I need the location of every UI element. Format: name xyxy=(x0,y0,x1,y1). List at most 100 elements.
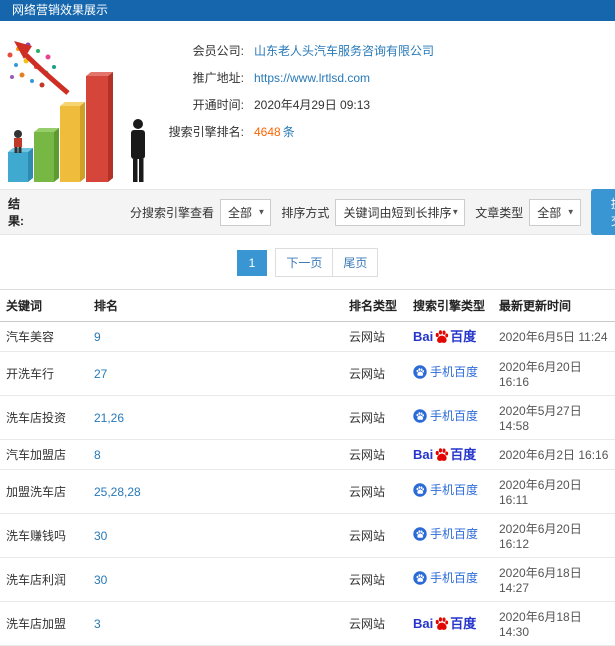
rank-type-cell: 云网站 xyxy=(343,321,407,352)
info-label: 会员公司: xyxy=(192,44,244,58)
scatter-dots-decoration xyxy=(7,42,56,88)
rank-type-cell: 云网站 xyxy=(343,469,407,514)
baidu-logo: Bai 百度 xyxy=(413,616,477,631)
businessman-figure xyxy=(131,119,145,182)
ranking-count-number: 4648 xyxy=(254,125,281,139)
rank-type-cell: 云网站 xyxy=(343,351,407,396)
mobile-baidu-logo: 手机百度 xyxy=(413,571,478,585)
rank-type-cell: 云网站 xyxy=(343,513,407,558)
growth-chart-illustration xyxy=(7,41,145,182)
time-cell: 2020年6月20日 16:16 xyxy=(493,351,615,396)
mobile-baidu-logo: 手机百度 xyxy=(413,365,478,379)
table-row: 洗车店加盟 3 云网站 Bai 百度 2020年6月18日 14:30 xyxy=(0,601,615,646)
rank-link[interactable]: 30 xyxy=(94,573,107,587)
keyword-cell: 汽车加盟店 xyxy=(0,439,88,470)
mobile-baidu-icon xyxy=(413,483,427,497)
keyword-cell: 洗车店利润 xyxy=(0,557,88,602)
submit-button[interactable]: 提交 xyxy=(590,189,615,235)
rank-link[interactable]: 25,28,28 xyxy=(94,485,141,499)
table-row: 加盟洗车店 25,28,28 云网站 手机百度 2020年6月20日 16:11 xyxy=(0,469,615,514)
keyword-cell: 洗车店投资 xyxy=(0,395,88,440)
engine-filter-select[interactable]: 全部 ▼ xyxy=(220,198,272,226)
baidu-paw-icon xyxy=(435,448,449,461)
engine-cell: 手机百度 xyxy=(407,351,493,396)
type-select[interactable]: 全部 ▼ xyxy=(529,198,581,226)
rank-cell: 9 xyxy=(88,321,343,352)
sort-filter-label: 排序方式 xyxy=(281,205,330,220)
info-label: 搜索引擎排名: xyxy=(168,125,244,139)
baidu-paw-icon xyxy=(435,330,449,343)
table-row: 洗车店投资 21,26 云网站 手机百度 2020年5月27日 14:58 xyxy=(0,395,615,440)
mobile-baidu-logo: 手机百度 xyxy=(413,527,478,541)
keyword-cell: 开洗车行 xyxy=(0,351,88,396)
page-title: 网络营销效果展示 xyxy=(12,3,109,17)
rank-cell: 21,26 xyxy=(88,395,343,440)
rank-cell: 30 xyxy=(88,513,343,558)
filter-controls: 分搜索引擎查看 全部▼ 排序方式 关键词由短到长排序▼ 文章类型 全部▼ 提交 xyxy=(120,189,615,235)
promotion-url-link[interactable]: https://www.lrtlsd.com xyxy=(254,71,370,85)
page-last[interactable]: 尾页 xyxy=(333,248,379,277)
info-row-url: 推广地址: https://www.lrtlsd.com xyxy=(148,64,434,91)
keyword-cell: 洗车店加盟 xyxy=(0,601,88,646)
engine-cell: 手机百度 xyxy=(407,395,493,440)
engine-cell: Bai 百度 xyxy=(407,601,493,646)
engine-cell: 手机百度 xyxy=(407,469,493,514)
type-select-value: 全部 xyxy=(537,205,562,220)
table-row: 汽车美容 9 云网站 Bai 百度 2020年6月5日 11:24 xyxy=(0,321,615,352)
keyword-cell: 加盟洗车店 xyxy=(0,469,88,514)
filter-bar: 结果: 分搜索引擎查看 全部 ▼ 排序方式 关键词由短到长排序 ▼ 文章类型 全部 ▼… xyxy=(0,189,615,235)
engine-cell: Bai 百度 xyxy=(407,321,493,352)
engine-cell: 手机百度 xyxy=(407,557,493,602)
rank-link[interactable]: 9 xyxy=(94,330,101,344)
table-row: 开洗车行 27 云网站 手机百度 2020年6月20日 16:16 xyxy=(0,351,615,396)
baidu-paw-icon xyxy=(435,617,449,630)
open-time-value: 2020年4月29日 09:13 xyxy=(254,98,371,112)
rank-type-cell: 云网站 xyxy=(343,601,407,646)
col-rank-type: 排名类型 xyxy=(343,289,407,322)
page-next[interactable]: 下一页 xyxy=(275,248,334,277)
member-company-link[interactable]: 山东老人头汽车服务咨询有限公司 xyxy=(254,42,434,59)
table-row: 洗车店利润 30 云网站 手机百度 2020年6月18日 14:27 xyxy=(0,557,615,602)
mobile-baidu-logo: 手机百度 xyxy=(413,409,478,423)
info-row-ranking-count: 搜索引擎排名: 4648 条 xyxy=(148,118,434,145)
ranking-count-value: 4648 条 xyxy=(254,123,295,140)
chevron-down-icon: ▼ xyxy=(257,207,266,217)
mobile-baidu-icon xyxy=(413,527,427,541)
info-row-open-time: 开通时间: 2020年4月29日 09:13 xyxy=(148,91,434,118)
mobile-baidu-icon xyxy=(413,365,427,379)
page-current[interactable]: 1 xyxy=(236,249,268,276)
col-update-time: 最新更新时间 xyxy=(493,289,615,322)
rank-link[interactable]: 8 xyxy=(94,448,101,462)
keyword-cell: 洗车赚钱吗 xyxy=(0,513,88,558)
col-rank: 排名 xyxy=(88,289,343,322)
rank-link[interactable]: 30 xyxy=(94,529,107,543)
baidu-logo: Bai 百度 xyxy=(413,329,477,344)
time-cell: 2020年6月20日 16:12 xyxy=(493,513,615,558)
page-header: 网络营销效果展示 xyxy=(0,0,615,21)
rank-link[interactable]: 3 xyxy=(94,617,101,631)
time-cell: 2020年5月27日 14:58 xyxy=(493,395,615,440)
engine-cell: 手机百度 xyxy=(407,513,493,558)
results-table: 关键词 排名 排名类型 搜索引擎类型 最新更新时间 汽车美容 9 云网站 Bai 百度 2… xyxy=(0,289,615,646)
table-row: 汽车加盟店 8 云网站 Bai 百度 2020年6月2日 16:16 xyxy=(0,439,615,470)
rank-link[interactable]: 21,26 xyxy=(94,411,124,425)
rank-cell: 27 xyxy=(88,351,343,396)
result-label: 结果: xyxy=(8,197,24,228)
mobile-baidu-icon xyxy=(413,571,427,585)
col-engine-type: 搜索引擎类型 xyxy=(407,289,493,322)
rank-cell: 30 xyxy=(88,557,343,602)
table-header-row: 关键词 排名 排名类型 搜索引擎类型 最新更新时间 xyxy=(0,289,615,322)
rank-type-cell: 云网站 xyxy=(343,395,407,440)
table-row: 洗车赚钱吗 30 云网站 手机百度 2020年6月20日 16:12 xyxy=(0,513,615,558)
rank-cell: 8 xyxy=(88,439,343,470)
sort-select[interactable]: 关键词由短到长排序 ▼ xyxy=(335,198,466,226)
engine-filter-label: 分搜索引擎查看 xyxy=(129,205,214,220)
member-info: 会员公司: 山东老人头汽车服务咨询有限公司 推广地址: https://www.… xyxy=(148,37,434,145)
ranking-count-unit: 条 xyxy=(282,125,295,139)
time-cell: 2020年6月20日 16:11 xyxy=(493,469,615,514)
baidu-logo: Bai 百度 xyxy=(413,447,477,462)
mobile-baidu-icon xyxy=(413,409,427,423)
type-filter-label: 文章类型 xyxy=(475,205,524,220)
rank-link[interactable]: 27 xyxy=(94,367,107,381)
engine-filter-value: 全部 xyxy=(228,205,253,220)
